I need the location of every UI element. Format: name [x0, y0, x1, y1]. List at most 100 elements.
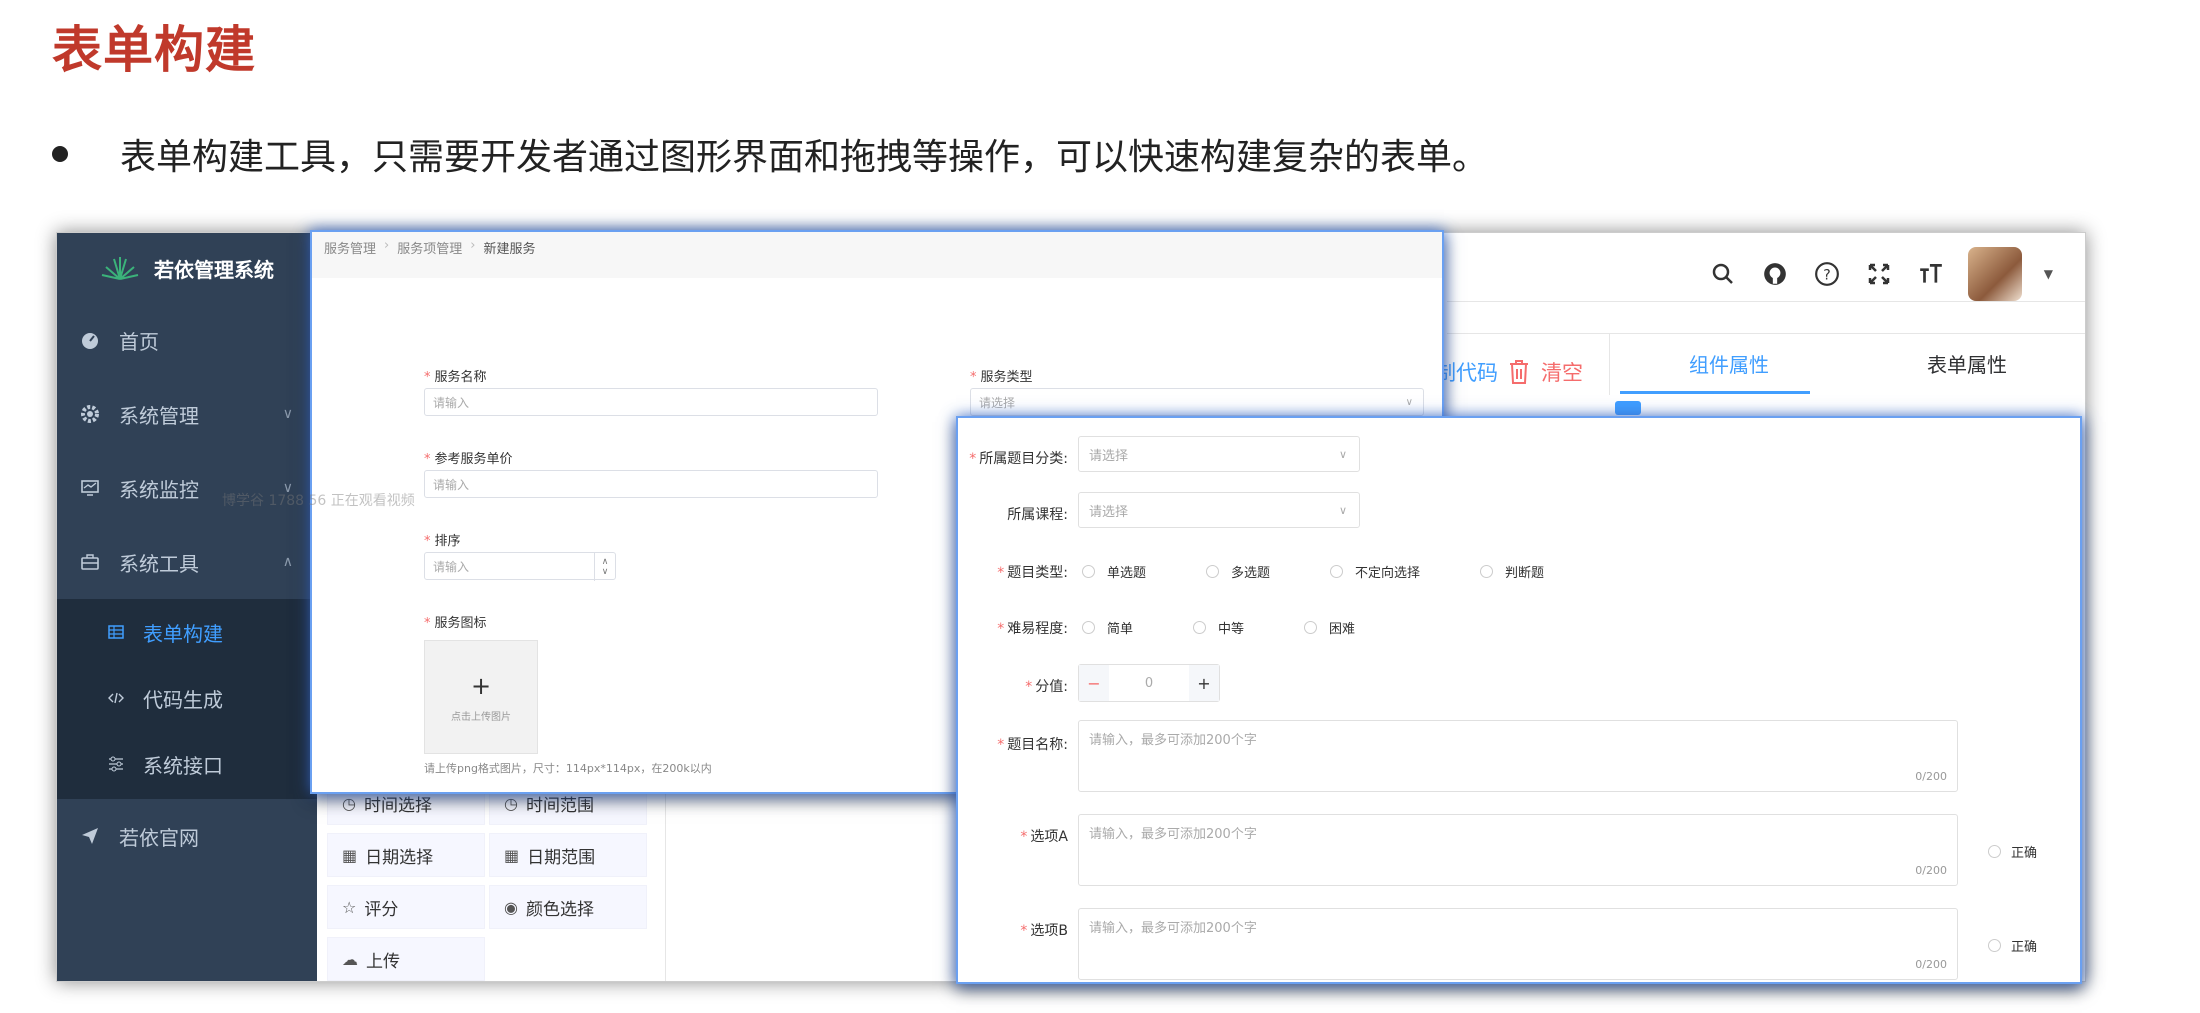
search-icon[interactable] [1708, 259, 1738, 289]
chevron-up-icon: ∧ [601, 557, 609, 567]
radio-single-choice[interactable]: 单选题 [1082, 562, 1146, 581]
service-name-input[interactable]: 请输入 [424, 388, 878, 416]
clock-range-icon: ◷ [504, 793, 518, 813]
breadcrumb-separator: › [470, 238, 476, 253]
sidebar-item-label: 代码生成 [143, 687, 223, 712]
trash-icon [1510, 360, 1528, 384]
sidebar: 若依管理系统 首页 系统管理 ∨ 系统监控 ∨ 系统工具 ∧ 表单构建 代码生成… [57, 233, 317, 981]
service-name-label: * 服务名称 [424, 370, 487, 385]
chevron-down-icon: ∨ [282, 406, 293, 422]
submenu-system-tools: 表单构建 代码生成 系统接口 [57, 599, 317, 799]
score-minus-button[interactable]: − [1079, 665, 1109, 701]
upload-icon: ☁ [342, 949, 358, 969]
github-icon[interactable] [1760, 259, 1790, 289]
radio-true-false[interactable]: 判断题 [1480, 562, 1544, 581]
sidebar-item-home[interactable]: 首页 [57, 303, 317, 377]
sort-input[interactable]: 请输入 ∧ ∨ [424, 552, 616, 581]
component-date-picker[interactable]: ▦ 日期选择 [327, 833, 485, 877]
header-divider [1447, 301, 2085, 302]
help-icon[interactable]: ? [1812, 259, 1842, 289]
bullet-dot [52, 146, 68, 162]
char-counter: 0/200 [1915, 770, 1947, 783]
sidebar-logo[interactable]: 若依管理系统 [57, 233, 317, 303]
font-size-icon[interactable] [1916, 259, 1946, 289]
table-icon [105, 621, 127, 643]
fullscreen-icon[interactable] [1864, 259, 1894, 289]
radio-hard[interactable]: 困难 [1304, 618, 1355, 637]
option-a-textarea[interactable]: 请输入，最多可添加200个字 0/200 [1078, 814, 1958, 886]
breadcrumb-item[interactable]: 服务管理 [324, 238, 376, 257]
blue-indicator [1615, 401, 1641, 415]
avatar[interactable] [1967, 247, 2022, 301]
watermark: 博学谷 1788 56 正在观看视频 [222, 493, 415, 509]
sidebar-item-system-monitor[interactable]: 系统监控 ∨ [57, 451, 317, 525]
sidebar-item-label: 首页 [119, 329, 159, 354]
component-palette: ◷ 时间选择 ◷ 时间范围 ▦ 日期选择 ▦ 日期范围 ☆ 评分 ◉ 颜色选择 ☁ 上传 [319, 781, 719, 981]
sidebar-item-system-api[interactable]: 系统接口 [57, 731, 317, 797]
radio-easy[interactable]: 简单 [1082, 618, 1133, 637]
sidebar-item-system-management[interactable]: 系统管理 ∨ [57, 377, 317, 451]
option-b-textarea[interactable]: 请输入，最多可添加200个字 0/200 [1078, 908, 1958, 980]
caret-down-icon[interactable]: ▼ [2044, 267, 2053, 281]
category-label: * 所属题目分类: [969, 451, 1068, 467]
chevron-down-icon: ∨ [601, 567, 609, 577]
plus-icon: + [470, 671, 492, 700]
question-name-textarea[interactable]: 请输入，最多可添加200个字 0/200 [1078, 720, 1958, 792]
star-icon: ☆ [342, 897, 357, 917]
calendar-icon: ▦ [342, 845, 358, 865]
breadcrumb-separator: › [384, 238, 390, 253]
chevron-down-icon: ∨ [1338, 447, 1347, 461]
course-select[interactable]: 请选择 ∨ [1078, 492, 1360, 528]
slide-title: 表单构建 [52, 21, 256, 79]
sidebar-item-label: 系统管理 [119, 403, 199, 428]
breadcrumb-current: 新建服务 [483, 242, 536, 257]
service-icon-label: * 服务图标 [424, 616, 487, 631]
question-type-label: * 题目类型: [997, 565, 1068, 581]
component-rate[interactable]: ☆ 评分 [327, 885, 485, 929]
score-plus-button[interactable]: + [1189, 665, 1219, 701]
question-type-radios: 单选题 多选题 不定向选择 判断题 [1082, 562, 1604, 581]
breadcrumb: 服务管理 › 服务项管理 › 新建服务 [324, 238, 535, 257]
sidebar-item-label: 系统监控 [119, 477, 199, 502]
sidebar-item-system-tools[interactable]: 系统工具 ∧ [57, 525, 317, 599]
sidebar-item-label: 系统接口 [143, 753, 223, 778]
image-upload-box[interactable]: + 点击上传图片 [424, 640, 538, 754]
component-upload[interactable]: ☁ 上传 [327, 937, 485, 981]
copy-code-button[interactable]: 制代码 [1435, 357, 1498, 387]
score-value[interactable]: 0 [1145, 676, 1153, 691]
component-color-picker[interactable]: ◉ 颜色选择 [489, 885, 647, 929]
tab-component-properties[interactable]: 组件属性 [1610, 333, 1848, 393]
service-type-select[interactable]: 请选择 ∨ [970, 388, 1424, 416]
bullet-point: 表单构建工具，只需要开发者通过图形界面和拖拽等操作，可以快速构建复杂的表单。 [52, 128, 1488, 180]
course-label: 所属课程: [1007, 507, 1068, 523]
code-icon [105, 687, 127, 709]
sidebar-item-label: 表单构建 [143, 621, 223, 646]
category-select[interactable]: 请选择 ∨ [1078, 436, 1360, 472]
component-date-range[interactable]: ▦ 日期范围 [489, 833, 647, 877]
ruoyi-logo-icon [101, 257, 139, 280]
clear-button[interactable]: 清空 [1507, 357, 1583, 387]
chevron-down-icon: ∨ [1405, 396, 1413, 408]
property-tabs: 组件属性 表单属性 [1609, 333, 2085, 395]
difficulty-label: * 难易程度: [997, 621, 1068, 637]
upload-text: 点击上传图片 [451, 711, 511, 723]
char-counter: 0/200 [1915, 864, 1947, 877]
radio-multiple-choice[interactable]: 多选题 [1206, 562, 1270, 581]
difficulty-radios: 简单 中等 困难 [1082, 618, 1415, 637]
sidebar-item-form-builder[interactable]: 表单构建 [57, 599, 317, 665]
option-a-label: * 选项A [1020, 829, 1068, 845]
service-type-label: * 服务类型 [970, 370, 1033, 385]
calendar-range-icon: ▦ [504, 845, 520, 865]
radio-medium[interactable]: 中等 [1193, 618, 1244, 637]
sidebar-item-code-gen[interactable]: 代码生成 [57, 665, 317, 731]
sidebar-item-official-site[interactable]: 若依官网 [57, 799, 317, 873]
gear-icon [79, 403, 101, 425]
tab-form-properties[interactable]: 表单属性 [1848, 333, 2085, 393]
question-form-panel: * 所属题目分类: 请选择 ∨ 所属课程: 请选择 ∨ * 题目类型: 单选题 多选… [956, 416, 2082, 984]
price-input[interactable]: 请输入 [424, 470, 878, 498]
option-b-correct-radio[interactable]: 正确 [1988, 936, 2037, 955]
radio-indefinite-choice[interactable]: 不定向选择 [1330, 562, 1420, 581]
sort-stepper[interactable]: ∧ ∨ [594, 553, 615, 581]
option-a-correct-radio[interactable]: 正确 [1988, 842, 2037, 861]
breadcrumb-item[interactable]: 服务项管理 [397, 238, 462, 257]
